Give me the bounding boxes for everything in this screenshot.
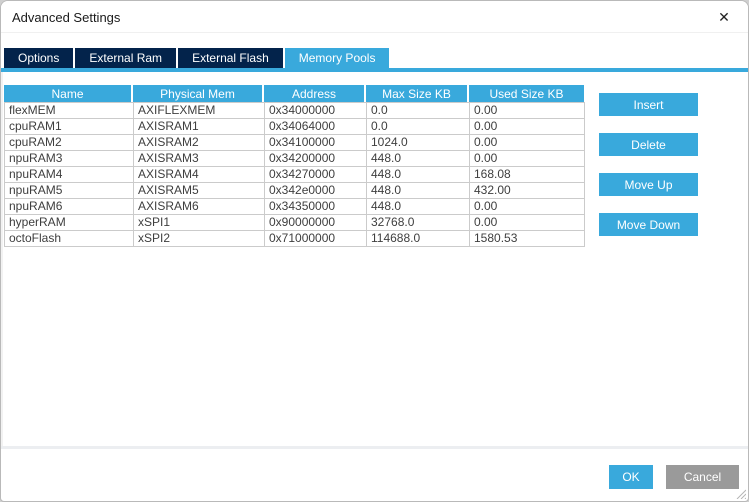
table-row[interactable]: npuRAM3 AXISRAM3 0x34200000 448.0 0.00 xyxy=(4,150,585,167)
cell-physical-mem[interactable]: AXISRAM4 xyxy=(133,166,265,183)
cell-address[interactable]: 0x342e0000 xyxy=(264,182,367,199)
cell-physical-mem[interactable]: xSPI1 xyxy=(133,214,265,231)
cell-physical-mem[interactable]: AXIFLEXMEM xyxy=(133,102,265,119)
tab-memory-pools[interactable]: Memory Pools xyxy=(284,48,390,68)
cell-physical-mem[interactable]: AXISRAM1 xyxy=(133,118,265,135)
table-row[interactable]: hyperRAM xSPI1 0x90000000 32768.0 0.00 xyxy=(4,214,585,231)
cell-address[interactable]: 0x34200000 xyxy=(264,150,367,167)
cell-max-size[interactable]: 448.0 xyxy=(366,166,470,183)
table-header: Name Physical Mem Address Max Size KB Us… xyxy=(4,85,584,102)
cell-address[interactable]: 0x34064000 xyxy=(264,118,367,135)
delete-button[interactable]: Delete xyxy=(599,133,698,156)
column-header-max-size: Max Size KB xyxy=(366,85,469,102)
table-row[interactable]: npuRAM5 AXISRAM5 0x342e0000 448.0 432.00 xyxy=(4,182,585,199)
cell-address[interactable]: 0x71000000 xyxy=(264,230,367,247)
ok-button[interactable]: OK xyxy=(609,465,653,489)
column-header-used-size: Used Size KB xyxy=(469,85,584,102)
title-bar[interactable]: Advanced Settings ✕ xyxy=(1,1,748,33)
cell-max-size[interactable]: 448.0 xyxy=(366,182,470,199)
cell-name[interactable]: npuRAM4 xyxy=(4,166,134,183)
cell-physical-mem[interactable]: AXISRAM5 xyxy=(133,182,265,199)
cell-used-size[interactable]: 432.00 xyxy=(469,182,585,199)
cell-physical-mem[interactable]: AXISRAM2 xyxy=(133,134,265,151)
cell-address[interactable]: 0x34000000 xyxy=(264,102,367,119)
cell-name[interactable]: npuRAM3 xyxy=(4,150,134,167)
footer-separator xyxy=(1,446,748,449)
tab-options[interactable]: Options xyxy=(4,48,74,68)
tab-bar: Options External Ram External Flash Memo… xyxy=(4,48,390,68)
advanced-settings-dialog: Advanced Settings ✕ Options External Ram… xyxy=(0,0,749,502)
cell-name[interactable]: flexMEM xyxy=(4,102,134,119)
cell-name[interactable]: cpuRAM2 xyxy=(4,134,134,151)
cell-used-size[interactable]: 0.00 xyxy=(469,150,585,167)
cell-name[interactable]: hyperRAM xyxy=(4,214,134,231)
cell-physical-mem[interactable]: xSPI2 xyxy=(133,230,265,247)
cell-address[interactable]: 0x34100000 xyxy=(264,134,367,151)
table-row[interactable]: cpuRAM2 AXISRAM2 0x34100000 1024.0 0.00 xyxy=(4,134,585,151)
cancel-button[interactable]: Cancel xyxy=(666,465,739,489)
cell-max-size[interactable]: 114688.0 xyxy=(366,230,470,247)
cell-name[interactable]: npuRAM6 xyxy=(4,198,134,215)
cell-address[interactable]: 0x34270000 xyxy=(264,166,367,183)
resize-grip-icon[interactable] xyxy=(734,487,746,499)
cell-max-size[interactable]: 448.0 xyxy=(366,150,470,167)
cell-name[interactable]: cpuRAM1 xyxy=(4,118,134,135)
window-title: Advanced Settings xyxy=(12,9,121,25)
cell-used-size[interactable]: 0.00 xyxy=(469,118,585,135)
column-header-physical-mem: Physical Mem xyxy=(133,85,264,102)
table-row[interactable]: npuRAM4 AXISRAM4 0x34270000 448.0 168.08 xyxy=(4,166,585,183)
cell-used-size[interactable]: 0.00 xyxy=(469,102,585,119)
tab-external-ram[interactable]: External Ram xyxy=(75,48,177,68)
cell-max-size[interactable]: 1024.0 xyxy=(366,134,470,151)
cell-address[interactable]: 0x90000000 xyxy=(264,214,367,231)
cell-used-size[interactable]: 0.00 xyxy=(469,198,585,215)
cell-max-size[interactable]: 0.0 xyxy=(366,102,470,119)
column-header-address: Address xyxy=(264,85,366,102)
cell-max-size[interactable]: 448.0 xyxy=(366,198,470,215)
move-down-button[interactable]: Move Down xyxy=(599,213,698,236)
close-icon[interactable]: ✕ xyxy=(708,5,740,29)
cell-name[interactable]: octoFlash xyxy=(4,230,134,247)
cell-physical-mem[interactable]: AXISRAM6 xyxy=(133,198,265,215)
cell-max-size[interactable]: 0.0 xyxy=(366,118,470,135)
cell-name[interactable]: npuRAM5 xyxy=(4,182,134,199)
cell-address[interactable]: 0x34350000 xyxy=(264,198,367,215)
cell-physical-mem[interactable]: AXISRAM3 xyxy=(133,150,265,167)
table-row[interactable]: flexMEM AXIFLEXMEM 0x34000000 0.0 0.00 xyxy=(4,102,585,119)
memory-pools-table: flexMEM AXIFLEXMEM 0x34000000 0.0 0.00 c… xyxy=(4,102,585,247)
cell-used-size[interactable]: 1580.53 xyxy=(469,230,585,247)
move-up-button[interactable]: Move Up xyxy=(599,173,698,196)
cell-used-size[interactable]: 0.00 xyxy=(469,134,585,151)
insert-button[interactable]: Insert xyxy=(599,93,698,116)
table-row[interactable]: octoFlash xSPI2 0x71000000 114688.0 1580… xyxy=(4,230,585,247)
table-row[interactable]: npuRAM6 AXISRAM6 0x34350000 448.0 0.00 xyxy=(4,198,585,215)
column-header-name: Name xyxy=(4,85,133,102)
tab-external-flash[interactable]: External Flash xyxy=(178,48,283,68)
cell-used-size[interactable]: 0.00 xyxy=(469,214,585,231)
cell-max-size[interactable]: 32768.0 xyxy=(366,214,470,231)
cell-used-size[interactable]: 168.08 xyxy=(469,166,585,183)
table-row[interactable]: cpuRAM1 AXISRAM1 0x34064000 0.0 0.00 xyxy=(4,118,585,135)
